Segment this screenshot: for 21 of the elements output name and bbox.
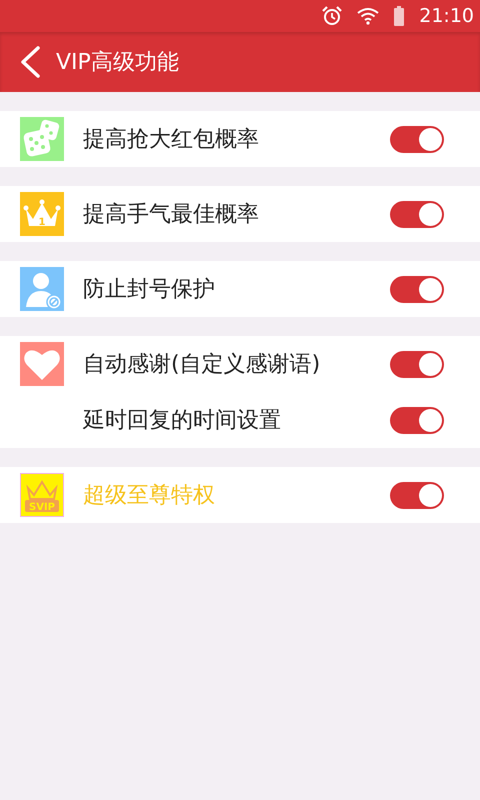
svip-crown-icon: SVIP: [20, 473, 64, 517]
setting-label: 超级至尊特权: [83, 482, 216, 510]
setting-label: 提高手气最佳概率: [83, 201, 260, 229]
alarm-icon: [321, 6, 344, 26]
user-icon: [20, 267, 64, 311]
wifi-icon: [357, 7, 380, 25]
battery-icon: [393, 6, 406, 26]
setting-label: 延时回复的时间设置: [83, 407, 282, 435]
toggle-switch[interactable]: [390, 482, 444, 508]
toggle-switch[interactable]: [390, 126, 444, 152]
toggle-switch[interactable]: [390, 276, 444, 302]
toggle-switch[interactable]: [390, 350, 444, 378]
setting-label: 自动感谢(自定义感谢语): [83, 351, 322, 379]
status-time: 21:10: [419, 5, 474, 27]
toggle-switch[interactable]: [390, 406, 444, 434]
setting-label: 提高抢大红包概率: [83, 126, 260, 154]
setting-label: 防止封号保护: [83, 276, 216, 304]
crown-icon: 1: [20, 192, 64, 236]
dice-icon: [20, 117, 64, 161]
screen-title: VIP高级功能: [56, 49, 179, 77]
toggle-switch[interactable]: [390, 200, 444, 228]
